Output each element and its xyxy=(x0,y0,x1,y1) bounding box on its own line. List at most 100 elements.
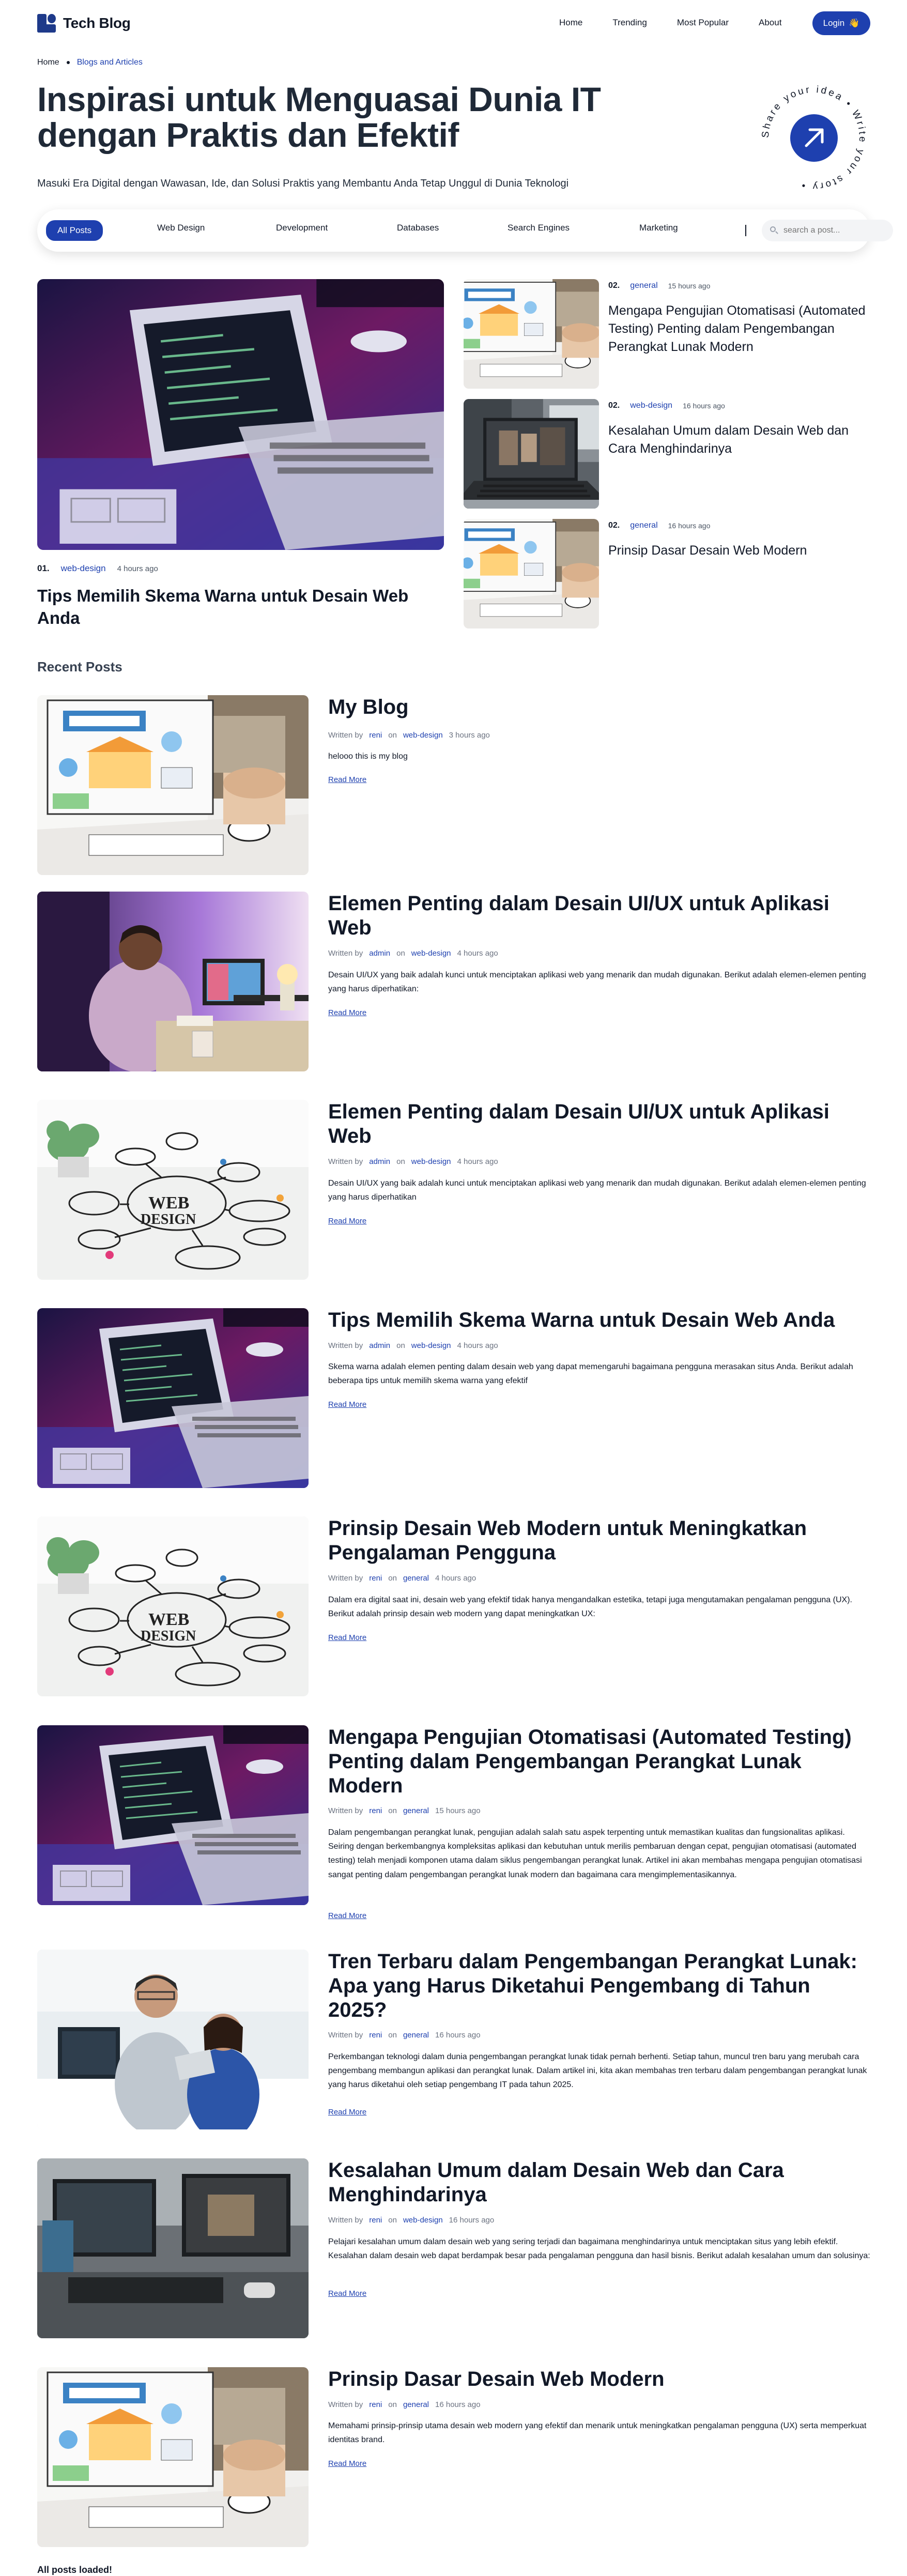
breadcrumb-separator xyxy=(66,61,70,64)
read-more-link[interactable]: Read More xyxy=(328,1633,366,1642)
post-author[interactable]: reni xyxy=(369,731,382,740)
post-image[interactable] xyxy=(37,1308,309,1488)
login-button[interactable]: Login 👋 xyxy=(812,11,870,35)
all-posts-loaded-message: All posts loaded! xyxy=(37,2565,113,2575)
post-time: 4 hours ago xyxy=(457,1157,498,1166)
post-title[interactable]: Tren Terbaru dalam Pengembangan Perangka… xyxy=(328,1950,870,2022)
filter-marketing[interactable]: Marketing xyxy=(639,223,678,238)
post-author[interactable]: admin xyxy=(369,949,390,958)
brand-name: Tech Blog xyxy=(63,15,131,31)
featured-side-time: 15 hours ago xyxy=(668,282,711,290)
featured-side-item[interactable]: 02. general 15 hours ago Mengapa Penguji… xyxy=(464,279,872,389)
filter-databases[interactable]: Databases xyxy=(397,223,439,238)
post-title[interactable]: Prinsip Desain Web Modern untuk Meningka… xyxy=(328,1516,870,1565)
post-author[interactable]: admin xyxy=(369,1157,390,1166)
featured-category[interactable]: web-design xyxy=(61,563,106,574)
post-category[interactable]: web-design xyxy=(403,731,443,740)
on-label: on xyxy=(388,1806,397,1815)
post-image[interactable] xyxy=(37,892,309,1071)
page-subtitle: Masuki Era Digital dengan Wawasan, Ide, … xyxy=(37,178,569,189)
login-label: Login xyxy=(823,18,845,28)
post-category[interactable]: web-design xyxy=(411,1157,451,1166)
featured-side-title[interactable]: Prinsip Dasar Desain Web Modern xyxy=(608,542,867,560)
post-author[interactable]: reni xyxy=(369,1806,382,1815)
featured-main-meta: 01. web-design 4 hours ago xyxy=(37,563,158,574)
post-category[interactable]: general xyxy=(403,1806,429,1815)
post-byline: Written by reni on general 16 hours ago xyxy=(328,2031,481,2040)
post-image[interactable] xyxy=(37,1725,309,1905)
featured-side-category[interactable]: general xyxy=(630,521,657,530)
on-label: on xyxy=(396,1341,405,1350)
read-more-link[interactable]: Read More xyxy=(328,775,366,784)
share-idea-badge[interactable]: Share your idea • Write your story • xyxy=(755,79,873,197)
filter-development[interactable]: Development xyxy=(276,223,328,238)
read-more-link[interactable]: Read More xyxy=(328,2459,366,2468)
nav-link-home[interactable]: Home xyxy=(559,18,582,28)
breadcrumb-home[interactable]: Home xyxy=(37,58,59,67)
post-author[interactable]: reni xyxy=(369,2216,382,2225)
written-by-label: Written by xyxy=(328,731,363,740)
featured-side-category[interactable]: web-design xyxy=(630,401,672,410)
post-category[interactable]: web-design xyxy=(403,2216,443,2225)
featured-side-title[interactable]: Kesalahan Umum dalam Desain Web dan Cara… xyxy=(608,422,867,458)
featured-side-item[interactable]: 02. general 16 hours ago Prinsip Dasar D… xyxy=(464,519,872,628)
featured-side-category[interactable]: general xyxy=(630,281,657,290)
filter-search-engines[interactable]: Search Engines xyxy=(508,223,570,238)
read-more-link[interactable]: Read More xyxy=(328,1008,366,1017)
post-image[interactable] xyxy=(37,1950,309,2129)
post-author[interactable]: reni xyxy=(369,1574,382,1583)
featured-main-title[interactable]: Tips Memilih Skema Warna untuk Desain We… xyxy=(37,585,440,630)
post-image[interactable] xyxy=(37,695,309,875)
post-title[interactable]: Elemen Penting dalam Desain UI/UX untuk … xyxy=(328,1100,870,1148)
featured-side-thumb[interactable] xyxy=(464,519,599,628)
recent-post: Mengapa Pengujian Otomatisasi (Automated… xyxy=(37,1725,870,1920)
read-more-link[interactable]: Read More xyxy=(328,2289,366,2298)
post-title[interactable]: Prinsip Dasar Desain Web Modern xyxy=(328,2367,870,2391)
post-image[interactable] xyxy=(37,1100,309,1280)
search-box[interactable] xyxy=(762,220,893,241)
post-title[interactable]: Mengapa Pengujian Otomatisasi (Automated… xyxy=(328,1725,870,1798)
nav-link-about[interactable]: About xyxy=(759,18,781,28)
search-input[interactable] xyxy=(783,226,882,235)
top-nav: Tech Blog Home Trending Most Popular Abo… xyxy=(0,0,907,48)
post-time: 16 hours ago xyxy=(435,2031,481,2040)
featured-side-title[interactable]: Mengapa Pengujian Otomatisasi (Automated… xyxy=(608,302,867,356)
nav-link-most-popular[interactable]: Most Popular xyxy=(677,18,729,28)
post-category[interactable]: web-design xyxy=(411,949,451,958)
post-image[interactable] xyxy=(37,1516,309,1696)
post-title[interactable]: Elemen Penting dalam Desain UI/UX untuk … xyxy=(328,892,870,940)
post-title[interactable]: Tips Memilih Skema Warna untuk Desain We… xyxy=(328,1308,870,1332)
post-author[interactable]: reni xyxy=(369,2400,382,2409)
post-category[interactable]: general xyxy=(403,2400,429,2409)
nav-link-trending[interactable]: Trending xyxy=(612,18,647,28)
post-time: 15 hours ago xyxy=(435,1806,481,1815)
read-more-link[interactable]: Read More xyxy=(328,1217,366,1225)
post-category[interactable]: web-design xyxy=(411,1341,451,1350)
post-title[interactable]: My Blog xyxy=(328,695,870,719)
written-by-label: Written by xyxy=(328,1574,363,1583)
featured-side-thumb[interactable] xyxy=(464,279,599,389)
post-category[interactable]: general xyxy=(403,2031,429,2040)
post-image[interactable] xyxy=(37,2367,309,2547)
post-title[interactable]: Kesalahan Umum dalam Desain Web dan Cara… xyxy=(328,2158,870,2207)
filter-web-design[interactable]: Web Design xyxy=(157,223,205,238)
read-more-link[interactable]: Read More xyxy=(328,2108,366,2117)
filter-all-posts[interactable]: All Posts xyxy=(46,220,103,241)
on-label: on xyxy=(396,949,405,958)
featured-side-thumb[interactable] xyxy=(464,399,599,509)
post-author[interactable]: reni xyxy=(369,2031,382,2040)
post-category[interactable]: general xyxy=(403,1574,429,1583)
featured-number: 01. xyxy=(37,563,50,573)
featured-side-meta: 02. web-design 16 hours ago xyxy=(608,401,725,410)
read-more-link[interactable]: Read More xyxy=(328,1400,366,1409)
featured-side-item[interactable]: 02. web-design 16 hours ago Kesalahan Um… xyxy=(464,399,872,509)
featured-side-time: 16 hours ago xyxy=(683,402,725,410)
post-excerpt: Memahami prinsip-prinsip utama desain we… xyxy=(328,2421,867,2445)
post-author[interactable]: admin xyxy=(369,1341,390,1350)
post-image[interactable] xyxy=(37,2158,309,2338)
brand[interactable]: Tech Blog xyxy=(37,14,131,33)
read-more-link[interactable]: Read More xyxy=(328,1911,366,1920)
post-excerpt: Skema warna adalah elemen penting dalam … xyxy=(328,1362,853,1386)
recent-post: Elemen Penting dalam Desain UI/UX untuk … xyxy=(37,892,870,1071)
featured-main-image[interactable] xyxy=(37,279,444,550)
